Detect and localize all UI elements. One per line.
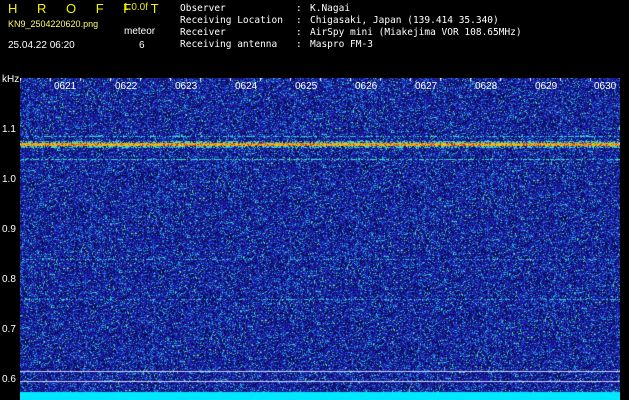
time-tick-label: 0628 xyxy=(475,81,498,92)
info-row-receiver: Receiver: AirSpy mini (Miakejima VOR 108.… xyxy=(180,27,522,38)
y-tick-label: 1.0 xyxy=(2,174,16,185)
info-value: AirSpy mini (Miakejima VOR 108.65MHz) xyxy=(310,27,522,38)
info-value: Chigasaki, Japan (139.414 35.340) xyxy=(310,15,499,26)
time-tick-label: 0625 xyxy=(295,81,318,92)
time-tick-label: 0624 xyxy=(235,81,258,92)
y-tick-label: 1.1 xyxy=(2,124,16,135)
y-axis-unit: kHz xyxy=(2,74,20,85)
info-value: Maspro FM-3 xyxy=(310,39,373,50)
datetime-label: 25.04.22 06:20 xyxy=(8,40,75,51)
time-tick-label: 0621 xyxy=(54,81,77,92)
time-tick-label: 0622 xyxy=(115,81,138,92)
meteor-count: 6 xyxy=(139,40,145,51)
y-tick-label: 0.6 xyxy=(2,374,16,385)
meteor-label: meteor xyxy=(124,26,156,37)
time-tick-label: 0626 xyxy=(355,81,378,92)
info-key: Receiver xyxy=(180,27,226,38)
info-key: Observer xyxy=(180,3,226,14)
y-tick-label: 0.9 xyxy=(2,224,16,235)
time-tick-label: 0630 xyxy=(594,81,617,92)
time-tick-label: 0629 xyxy=(535,81,558,92)
info-row-location: Receiving Location: Chigasaki, Japan (139… xyxy=(180,15,499,26)
y-tick-label: 0.7 xyxy=(2,324,16,335)
info-row-antenna: Receiving antenna: Maspro FM-3 xyxy=(180,39,373,50)
time-tick-label: 0623 xyxy=(175,81,198,92)
spectrogram-plot xyxy=(20,78,620,400)
waterfall-canvas xyxy=(20,78,620,400)
info-key: Receiving Location xyxy=(180,15,283,26)
info-key: Receiving antenna xyxy=(180,39,278,50)
filename-label: KN9_2504220620.png xyxy=(8,19,99,29)
info-value: K.Nagai xyxy=(310,3,351,14)
time-tick-label: 0627 xyxy=(415,81,438,92)
version-label: 1.0.0f xyxy=(123,2,149,13)
y-tick-label: 0.8 xyxy=(2,274,16,285)
info-row-observer: Observer: K.Nagai xyxy=(180,3,351,14)
